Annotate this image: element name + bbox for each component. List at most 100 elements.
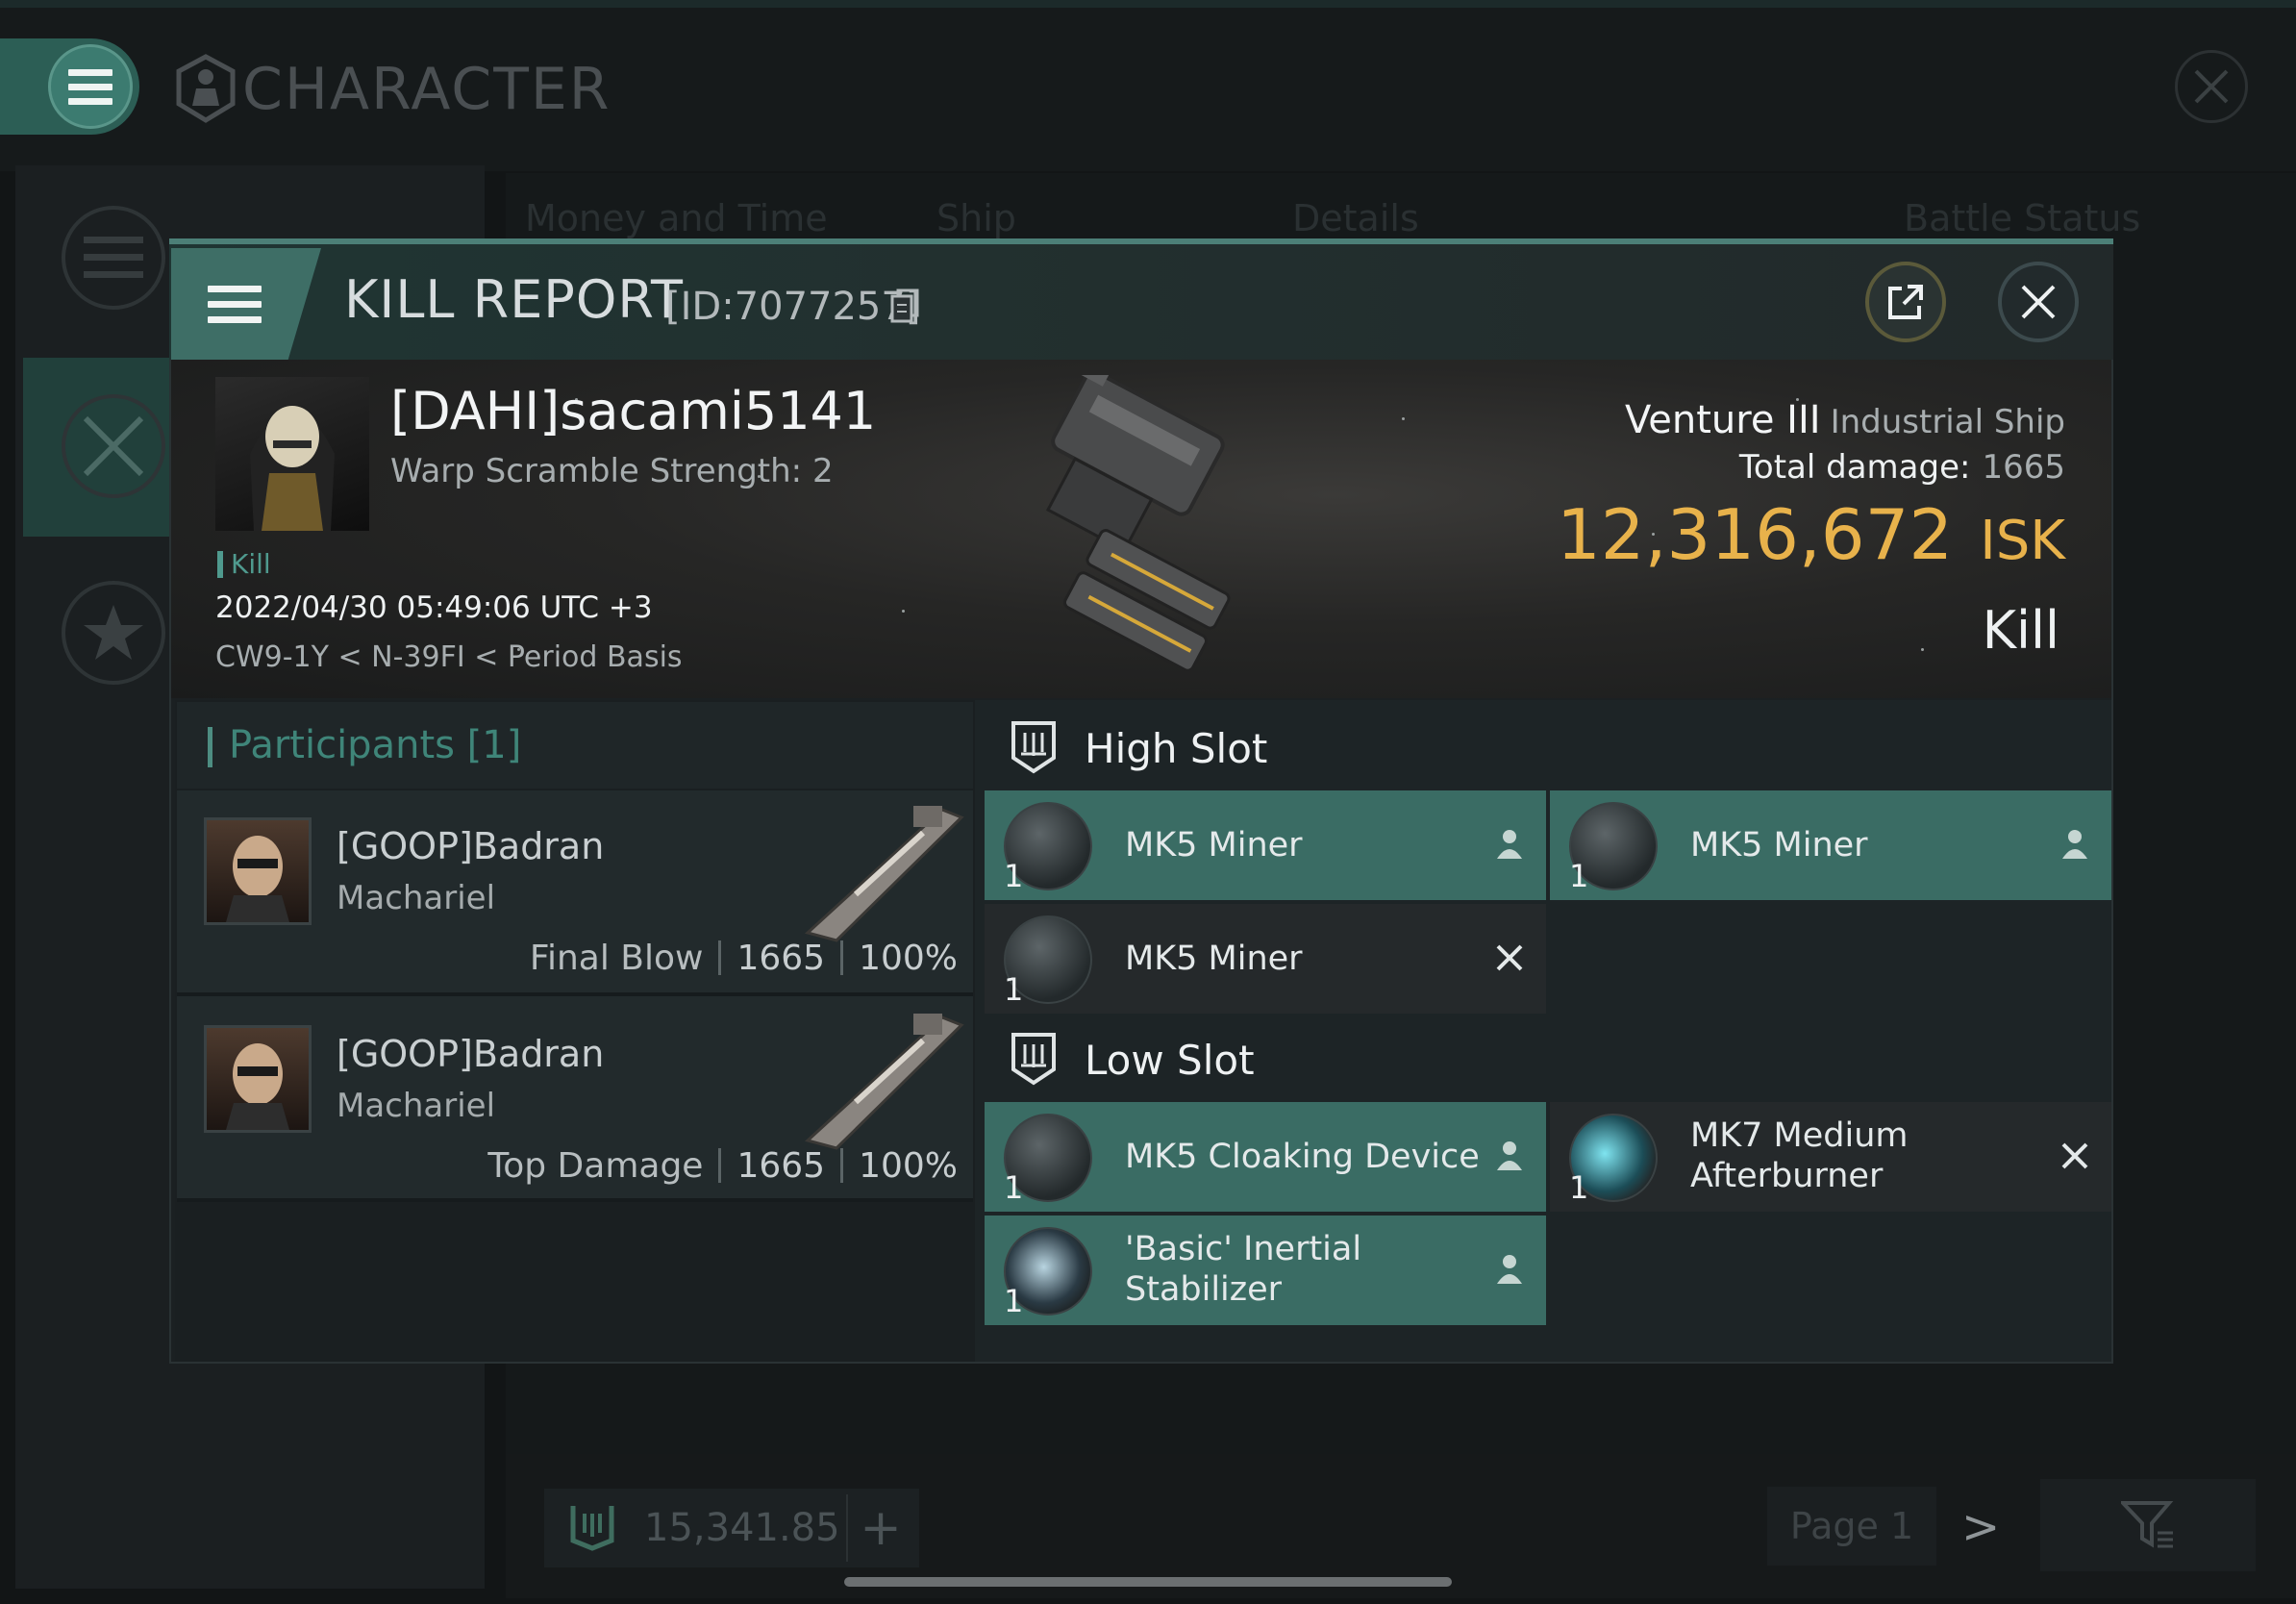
hamburger-menu-icon — [208, 285, 262, 323]
module-slot[interactable]: 1 MK5 Miner — [985, 790, 1546, 900]
kill-location: CW9-1Y < N-39FI < Period Basis — [215, 640, 683, 674]
main-menu-button[interactable] — [48, 44, 133, 129]
isk-value: 12,316,672 — [1556, 494, 1954, 575]
total-damage-value: 1665 — [1982, 448, 2065, 487]
share-icon — [1888, 285, 1923, 319]
victim-ship-image — [1045, 375, 1231, 672]
module-name: MK5 Miner — [1125, 826, 1303, 865]
wallet-icon — [570, 1506, 614, 1551]
wallet-amount: 15,341.85 — [644, 1506, 840, 1550]
pilot-avatar-image — [226, 1043, 289, 1130]
participant-percent: 100% — [859, 1146, 958, 1186]
bg-tab-money-time[interactable]: Money and Time — [525, 197, 828, 239]
close-icon — [2021, 285, 2056, 319]
user-icon — [1490, 825, 1529, 864]
victim-portrait[interactable] — [215, 377, 369, 531]
x-icon — [1490, 939, 1529, 977]
page-indicator: Page 1 — [1767, 1487, 1936, 1566]
participant-role: Final Blow — [529, 939, 704, 978]
module-name-line: MK7 Medium — [1690, 1116, 1909, 1155]
module-quantity: 1 — [1004, 1169, 1024, 1206]
victim-ship-line: Venture III Industrial Ship — [1625, 398, 2065, 442]
participant-name[interactable]: [GOOP]Badran — [337, 825, 604, 867]
victim-name[interactable]: [DAHI]sacami5141 — [390, 381, 876, 441]
module-slot[interactable]: 1 MK5 Cloaking Device — [985, 1102, 1546, 1212]
low-slot-title: Low Slot — [1085, 1037, 1255, 1084]
participant-ship-image — [804, 1014, 964, 1150]
participant-ship: Machariel — [337, 1087, 496, 1125]
participant-portrait[interactable] — [204, 817, 312, 925]
high-slot-title: High Slot — [1085, 725, 1268, 772]
list-icon — [84, 237, 143, 278]
module-name: MK5 Miner — [1690, 826, 1868, 865]
module-slot[interactable]: 1 'Basic' Inertial Stabilizer — [985, 1216, 1546, 1325]
module-name-line: 'Basic' Inertial — [1125, 1230, 1362, 1268]
kill-report-title: KILL REPORT — [344, 269, 684, 330]
kill-report-id: [ID:7077257] — [665, 285, 921, 329]
close-icon — [2194, 69, 2229, 104]
home-indicator — [844, 1577, 1452, 1587]
isk-value-line: 12,316,672 ISK — [1557, 494, 2065, 575]
total-damage-line: Total damage: 1665 — [1739, 448, 2065, 487]
user-icon — [2056, 825, 2094, 864]
rail-list-button[interactable] — [62, 206, 165, 310]
module-slot[interactable]: 1 MK7 Medium Afterburner — [1550, 1102, 2111, 1212]
bg-tab-battle-status[interactable]: Battle Status — [1904, 197, 2140, 239]
kill-report-close-button[interactable] — [1998, 262, 2079, 342]
filter-icon — [2121, 1501, 2174, 1548]
participant-divider — [177, 1198, 973, 1202]
kill-tag: Kill — [217, 548, 271, 580]
character-icon — [176, 54, 236, 123]
total-damage-label: Total damage: — [1738, 448, 1971, 487]
module-name: MK5 Miner — [1125, 940, 1303, 978]
victim-ship-name[interactable]: Venture III — [1625, 398, 1821, 442]
module-quantity: 1 — [1569, 858, 1589, 894]
participant-name[interactable]: [GOOP]Badran — [337, 1033, 604, 1075]
kill-tag-icon — [217, 550, 223, 578]
wallet-add-button[interactable]: + — [846, 1494, 913, 1562]
module-name: MK7 Medium Afterburner — [1690, 1115, 1909, 1196]
module-quantity: 1 — [1004, 1283, 1024, 1319]
participant-damage: 1665 — [736, 1146, 826, 1186]
slot-icon — [1011, 721, 1056, 774]
isk-unit: ISK — [1980, 510, 2065, 572]
top-accent-bar — [0, 0, 2296, 8]
module-slot[interactable]: 1 MK5 Miner — [1550, 790, 2111, 900]
user-icon — [1490, 1250, 1529, 1289]
participant-ship-image — [804, 806, 964, 942]
bg-tab-details[interactable]: Details — [1292, 197, 1419, 239]
module-quantity: 1 — [1569, 1169, 1589, 1206]
participant-percent: 100% — [859, 939, 958, 978]
kill-result: Kill — [1982, 600, 2059, 661]
module-name: MK5 Cloaking Device — [1125, 1138, 1480, 1176]
pilot-avatar-image — [250, 406, 335, 531]
module-quantity: 1 — [1004, 858, 1024, 894]
share-button[interactable] — [1865, 262, 1946, 342]
victim-ship-class: Industrial Ship — [1830, 403, 2065, 441]
participant-portrait[interactable] — [204, 1025, 312, 1133]
module-name: 'Basic' Inertial Stabilizer — [1125, 1229, 1361, 1310]
star-icon — [84, 605, 143, 660]
user-icon — [1490, 1137, 1529, 1175]
rail-kill-report-button[interactable] — [62, 394, 165, 498]
kill-datetime: 2022/04/30 05:49:06 UTC +3 — [215, 590, 653, 625]
module-name-line: Stabilizer — [1125, 1270, 1283, 1309]
participant-role: Top Damage — [487, 1146, 704, 1186]
participants-title: Participants [1] — [229, 723, 522, 767]
window-close-button[interactable] — [2175, 50, 2248, 123]
kill-tag-label: Kill — [231, 548, 271, 580]
module-quantity: 1 — [1004, 971, 1024, 1008]
warp-scramble-strength: Warp Scramble Strength: 2 — [390, 452, 834, 490]
next-page-button[interactable]: > — [1961, 1500, 2000, 1554]
participant-stats: Top Damage 1665 100% — [487, 1146, 958, 1186]
bg-tab-ship[interactable]: Ship — [936, 197, 1016, 239]
module-slot[interactable]: 1 MK5 Miner — [985, 904, 1546, 1014]
participant-ship: Machariel — [337, 879, 496, 917]
crossed-swords-icon — [83, 415, 144, 477]
modal-accent-line — [169, 238, 2113, 244]
rail-favorites-button[interactable] — [62, 581, 165, 685]
copy-icon[interactable] — [890, 288, 919, 323]
filter-button[interactable] — [2040, 1479, 2256, 1571]
slot-icon — [1011, 1033, 1056, 1086]
participant-stats: Final Blow 1665 100% — [530, 939, 958, 978]
